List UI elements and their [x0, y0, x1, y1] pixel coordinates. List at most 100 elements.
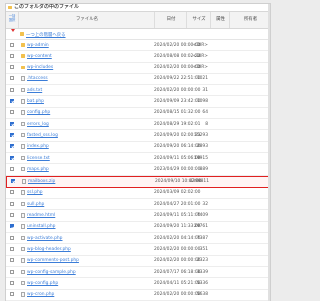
row-checkbox[interactable] — [10, 258, 14, 263]
file-icon — [21, 269, 25, 275]
column-header-name[interactable]: ファイル名 — [18, 12, 155, 28]
file-name-link[interactable]: sull.php — [27, 202, 44, 207]
file-name-link[interactable]: wp-content — [27, 54, 52, 59]
row-checkbox[interactable] — [10, 110, 14, 115]
row-checkbox[interactable] — [10, 76, 14, 81]
row-checkbox[interactable] — [10, 246, 14, 251]
table-header: 一括 選択 ファイル名 日付 サイズ 属性 所有者 — [6, 11, 270, 32]
table-row[interactable]: .htaccess 2024/09/22 22:51:00 1021 — [6, 74, 270, 86]
row-checkbox[interactable] — [10, 190, 14, 195]
table-row[interactable]: index.php 2024/09/20 06:14:00 2893 — [6, 142, 270, 153]
row-checkbox[interactable] — [10, 132, 14, 137]
file-size: 64 — [202, 110, 208, 116]
table-row[interactable]: wp-admin 2024/02/20 00:00:00 <DIR> — [6, 40, 270, 52]
file-icon — [21, 166, 25, 172]
file-rows: wp-admin 2024/02/20 00:00:00 <DIR> wp-conte… — [6, 40, 270, 301]
row-checkbox[interactable] — [10, 121, 14, 126]
table-row[interactable]: wp-comments-post.php 2024/02/20 00:00:00 2… — [6, 256, 270, 267]
row-checkbox[interactable] — [11, 179, 15, 184]
file-date: 2023/04/29 00:00:00 — [154, 166, 201, 172]
file-icon — [21, 99, 25, 104]
select-all-header[interactable]: 一括 選択 — [6, 12, 18, 30]
table-row[interactable]: license.txt 2024/09/11 05:06:00 19915 — [6, 153, 270, 165]
file-size: 19915 — [194, 155, 208, 161]
file-name-link[interactable]: errors_log — [27, 122, 49, 127]
table-row[interactable]: sull.php 2024/04/27 20:01:00 32 — [6, 199, 270, 211]
row-checkbox[interactable] — [10, 213, 14, 218]
file-name-link[interactable]: wp-comments-post.php — [27, 258, 79, 263]
file-name-link[interactable]: wp-blog-header.php — [27, 247, 71, 252]
file-icon — [21, 224, 25, 229]
parent-directory-row: 一つ上の階層へ戻る — [6, 29, 270, 40]
row-checkbox[interactable] — [10, 292, 14, 297]
file-icon — [21, 110, 25, 115]
folder-icon — [21, 54, 25, 58]
file-name-link[interactable]: wp-config.php — [27, 281, 58, 286]
panel-title: このフォルダの中のファイル — [14, 4, 80, 10]
file-size: <DIR> — [192, 42, 208, 48]
file-size: 4398811 — [189, 179, 209, 185]
row-checkbox[interactable] — [10, 224, 14, 229]
file-date: 2024/09/11 05:11:00 — [154, 213, 201, 219]
file-name-link[interactable]: .htaccess — [27, 76, 48, 81]
table-row[interactable]: ads.txt 2024/02/20 00:00:00 31 — [6, 85, 270, 97]
file-name-link[interactable]: mailboxs.zip — [28, 179, 55, 184]
file-list-panel: このフォルダの中のファイル 一括 選択 ファイル名 日付 サイズ 属性 所有者 … — [5, 3, 271, 301]
column-header-size[interactable]: サイズ — [186, 12, 211, 28]
row-checkbox[interactable] — [10, 280, 14, 285]
column-header-owner[interactable]: 所有者 — [229, 12, 270, 28]
table-row[interactable]: uninstall.php 2024/09/20 11:33:00 29761 — [6, 222, 270, 234]
file-name-link[interactable]: uninstall.php — [27, 224, 55, 229]
file-name-link[interactable]: ads.txt — [27, 88, 42, 93]
row-checkbox[interactable] — [10, 155, 14, 160]
table-row[interactable]: wp-config.php 2024/04/11 05:21:00 5336 — [6, 278, 270, 290]
column-header-permission[interactable]: 属性 — [210, 12, 230, 28]
row-checkbox[interactable] — [10, 87, 14, 92]
row-checkbox[interactable] — [10, 166, 14, 171]
file-name-link[interactable]: readme.html — [27, 213, 55, 218]
row-checkbox[interactable] — [10, 65, 14, 70]
file-date: 2024/04/11 05:21:00 — [154, 280, 201, 286]
folder-icon — [8, 5, 12, 9]
table-row[interactable]: wp-activate.php 2024/02/20 04:14:00 7387 — [6, 233, 270, 245]
file-name-link[interactable]: config.php — [27, 110, 50, 115]
row-checkbox[interactable] — [10, 42, 14, 47]
parent-directory-link[interactable]: 一つ上の階層へ戻る — [26, 32, 66, 38]
file-name-link[interactable]: fasted_sss.log — [27, 133, 58, 138]
row-checkbox[interactable] — [10, 235, 14, 240]
table-row[interactable]: config.php 2024/08/15 01:32:00 64 — [6, 108, 270, 120]
file-name-link[interactable]: maps.php — [27, 167, 49, 172]
column-header-date[interactable]: 日付 — [154, 12, 187, 28]
table-row[interactable]: wp-includes 2024/02/20 00:00:00 <DIR> — [6, 63, 270, 74]
row-checkbox[interactable] — [10, 53, 14, 58]
row-checkbox[interactable] — [10, 201, 14, 206]
row-checkbox[interactable] — [10, 144, 14, 149]
table-row[interactable]: maps.php 2023/04/29 00:00:00 889 — [6, 164, 270, 176]
table-row[interactable]: wp-content 2024/08/08 00:02:24 <DIR> — [6, 51, 270, 63]
row-checkbox[interactable] — [10, 269, 14, 274]
table-row[interactable]: fasted_sss.log 2024/09/20 02:00:33 15293 — [6, 130, 270, 142]
table-row[interactable]: errors_log 2024/08/29 19:02:01 8 — [6, 119, 270, 131]
table-row[interactable]: wp-blog-header.php 2024/02/20 00:00:00 351 — [6, 244, 270, 256]
file-name-link[interactable]: wp-admin — [27, 43, 49, 48]
file-name-link[interactable]: wp-config-sample.php — [27, 270, 76, 275]
table-row[interactable]: mailboxs.zip 2024/09/10 10:02:00 4398811 — [6, 175, 270, 188]
table-row[interactable]: wp-cron.php 2024/02/20 00:00:00 5638 — [6, 290, 270, 301]
scrollbar[interactable] — [268, 4, 270, 301]
file-name-link[interactable]: wp-cron.php — [27, 292, 54, 297]
table-row[interactable]: readme.html 2024/09/11 05:11:00 7409 — [6, 210, 270, 222]
file-name-link[interactable]: ssl.php — [27, 190, 43, 195]
table-row[interactable]: bat.php 2024/09/09 23:42:00 1098 — [6, 96, 270, 108]
file-name-link[interactable]: wp-activate.php — [27, 236, 62, 241]
file-name-link[interactable]: license.txt — [27, 156, 50, 161]
file-icon — [21, 132, 25, 138]
table-row[interactable]: ssl.php 2024/03/09 02:02:00 — [6, 188, 270, 200]
row-checkbox[interactable] — [10, 99, 14, 104]
file-name-link[interactable]: wp-includes — [27, 65, 53, 70]
file-name-link[interactable]: bat.php — [27, 99, 44, 104]
file-name-link[interactable]: index.php — [27, 144, 49, 149]
table-row[interactable]: wp-config-sample.php 2024/07/17 06:18:00 3… — [6, 267, 270, 279]
file-date: 2024/09/11 05:06:00 — [154, 155, 201, 161]
file-icon — [22, 179, 26, 184]
file-size: 2323 — [196, 258, 208, 264]
